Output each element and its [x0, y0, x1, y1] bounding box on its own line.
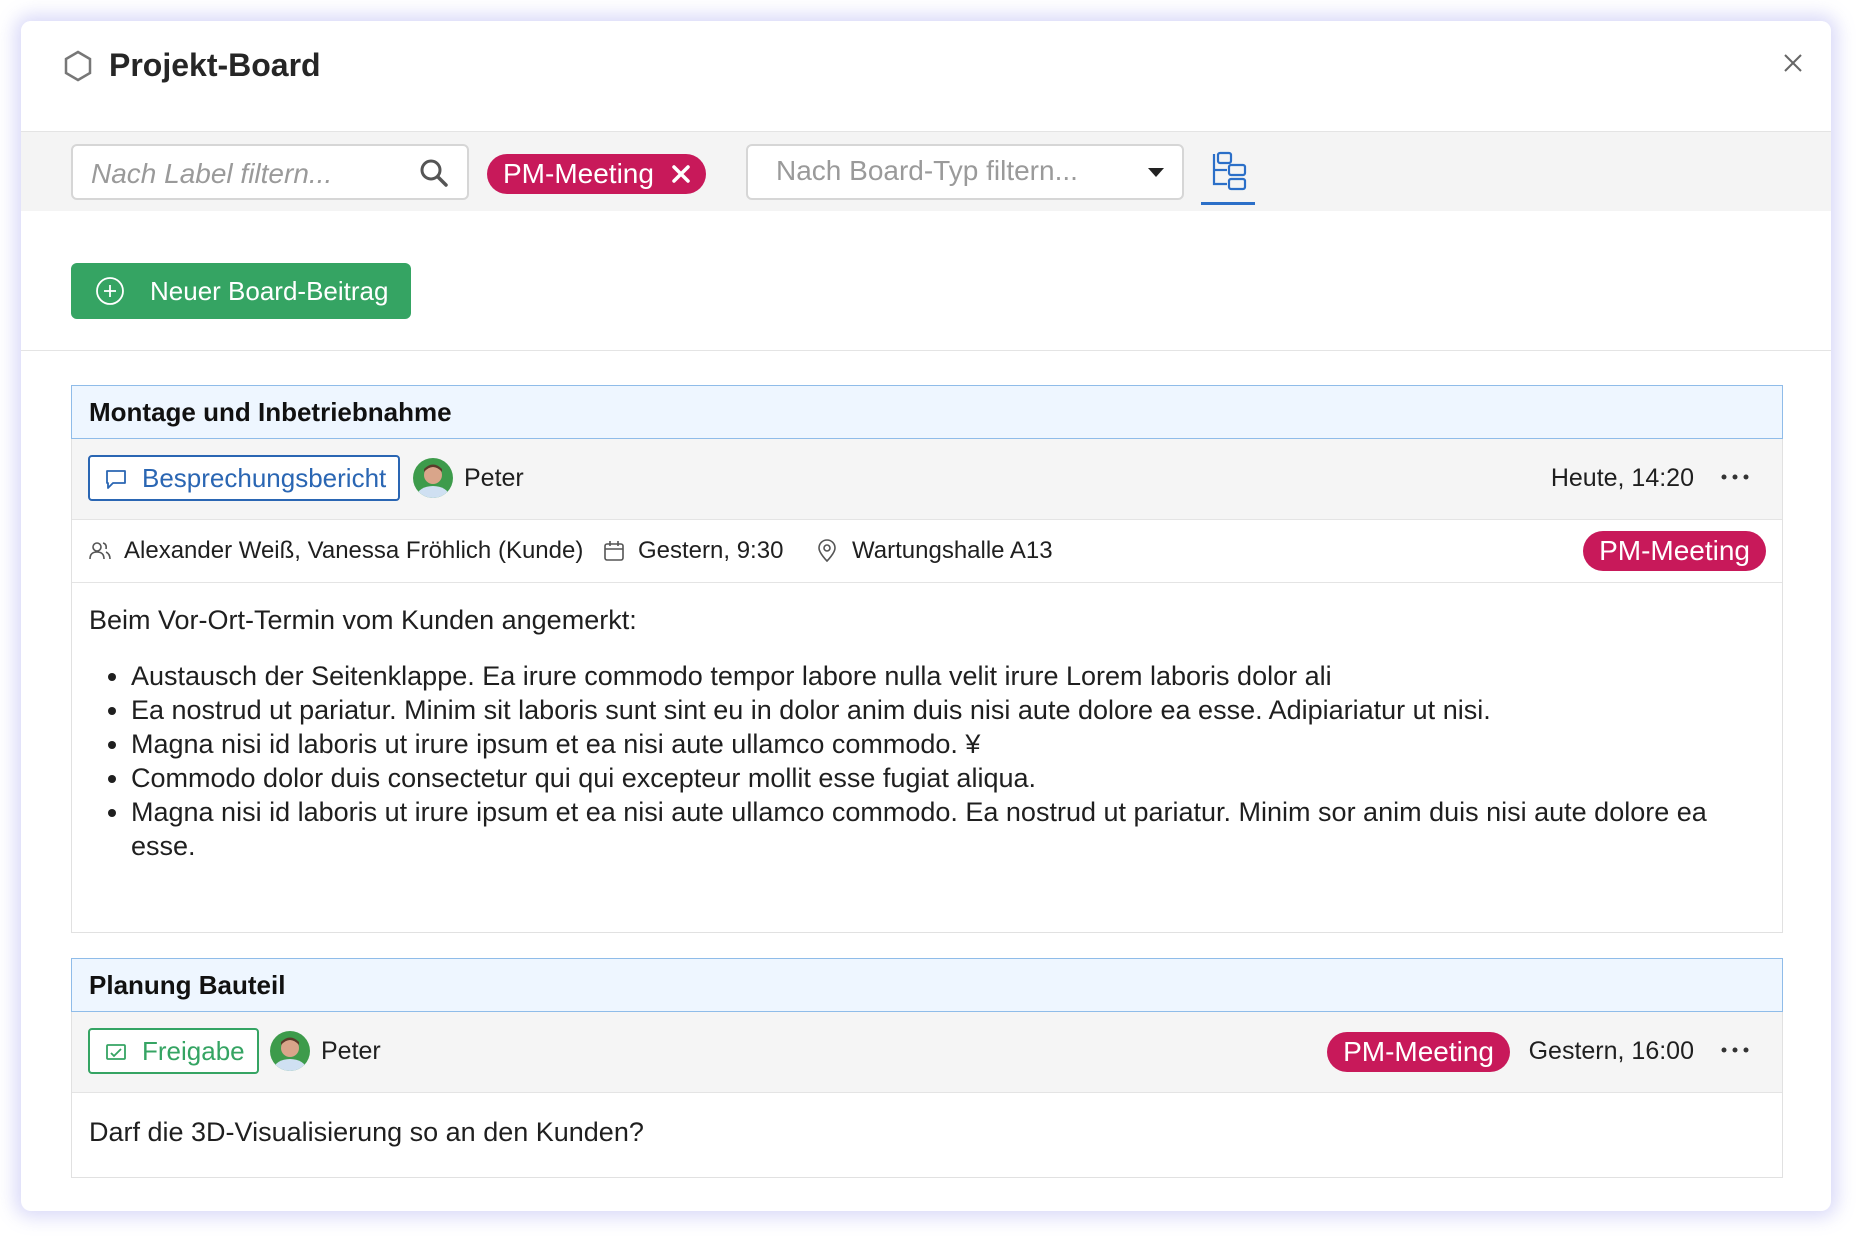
board-post: Montage und Inbetriebnahme Besprechungsb…	[71, 385, 1783, 933]
participants-text: Alexander Weiß, Vanessa Fröhlich (Kunde)	[124, 537, 584, 564]
approval-icon	[106, 1044, 126, 1060]
plus-circle-icon	[96, 277, 124, 305]
new-board-entry-label: Neuer Board-Beitrag	[150, 276, 389, 306]
participants-icon	[89, 542, 111, 560]
active-filter-label: PM-Meeting	[503, 158, 654, 189]
chat-bubble-icon	[106, 470, 126, 489]
action-bar: Neuer Board-Beitrag	[21, 211, 1831, 351]
label-filter-input[interactable]	[89, 154, 413, 194]
project-board-dialog: Projekt-Board PM-Meeting Nach Board-Typ …	[21, 21, 1831, 1211]
meeting-date: Gestern, 9:30	[638, 537, 784, 564]
list-item: Magna nisi id laboris ut irure ipsum et …	[131, 795, 1765, 863]
post-body: Beim Vor-Ort-Termin vom Kunden angemerkt…	[72, 583, 1782, 863]
remove-filter-icon[interactable]	[670, 163, 692, 185]
post-meta-row: Freigabe Peter PM-Meeting Gestern, 16:00	[72, 1012, 1782, 1093]
post-title: Planung Bauteil	[71, 958, 1783, 1012]
board-type-placeholder: Nach Board-Typ filtern...	[776, 155, 1078, 186]
post-title: Montage und Inbetriebnahme	[71, 385, 1783, 439]
list-item: Commodo dolor duis consectetur qui qui e…	[131, 761, 1765, 795]
post-bullet-list: Austausch der Seitenklappe. Ea irure com…	[89, 659, 1765, 863]
list-item: Magna nisi id laboris ut irure ipsum et …	[131, 727, 1765, 761]
avatar	[270, 1031, 310, 1071]
meeting-info-row: Alexander Weiß, Vanessa Fröhlich (Kunde)…	[72, 520, 1782, 583]
post-timestamp: Heute, 14:20	[1550, 464, 1694, 492]
post-author: Peter	[464, 464, 524, 492]
search-icon[interactable]	[419, 158, 449, 188]
list-item: Austausch der Seitenklappe. Ea irure com…	[131, 659, 1765, 693]
tag-badge[interactable]: PM-Meeting	[1327, 1032, 1510, 1072]
post-author: Peter	[321, 1037, 381, 1065]
more-options-icon[interactable]	[1718, 1042, 1752, 1058]
list-item: Ea nostrud ut pariatur. Minim sit labori…	[131, 693, 1765, 727]
tag-badge[interactable]: PM-Meeting	[1583, 531, 1766, 571]
active-filter-chip: PM-Meeting	[487, 154, 706, 194]
post-body: Darf die 3D-Visualisierung so an den Kun…	[72, 1093, 1782, 1149]
label-filter-box	[71, 144, 469, 200]
active-view-indicator	[1201, 202, 1255, 205]
post-type-badge[interactable]: Besprechungsbericht	[88, 455, 401, 501]
post-type-badge[interactable]: Freigabe	[88, 1028, 259, 1074]
calendar-icon	[604, 541, 624, 561]
more-options-icon[interactable]	[1718, 469, 1752, 485]
dialog-title: Projekt-Board	[109, 47, 321, 83]
tree-view-icon[interactable]	[1205, 148, 1255, 198]
dialog-header: Projekt-Board	[21, 21, 1831, 131]
post-intro: Beim Vor-Ort-Termin vom Kunden angemerkt…	[89, 605, 637, 635]
chevron-down-icon	[1148, 168, 1164, 177]
location-pin-icon	[818, 539, 836, 563]
filter-toolbar: PM-Meeting Nach Board-Typ filtern...	[21, 131, 1831, 213]
post-timestamp: Gestern, 16:00	[1528, 1037, 1694, 1065]
meeting-location: Wartungshalle A13	[852, 537, 1053, 564]
post-type-label: Freigabe	[142, 1036, 245, 1066]
post-type-label: Besprechungsbericht	[142, 463, 387, 493]
post-meta-row: Besprechungsbericht Peter Heute, 14:20	[72, 439, 1782, 520]
close-icon[interactable]	[1775, 45, 1811, 81]
board-type-select[interactable]: Nach Board-Typ filtern...	[746, 144, 1184, 200]
board-post: Planung Bauteil Freigabe Peter PM-Meetin…	[71, 958, 1783, 1178]
post-question: Darf die 3D-Visualisierung so an den Kun…	[89, 1117, 644, 1147]
avatar	[413, 458, 453, 498]
new-board-entry-button[interactable]: Neuer Board-Beitrag	[71, 263, 411, 319]
hexagon-icon	[64, 50, 92, 82]
